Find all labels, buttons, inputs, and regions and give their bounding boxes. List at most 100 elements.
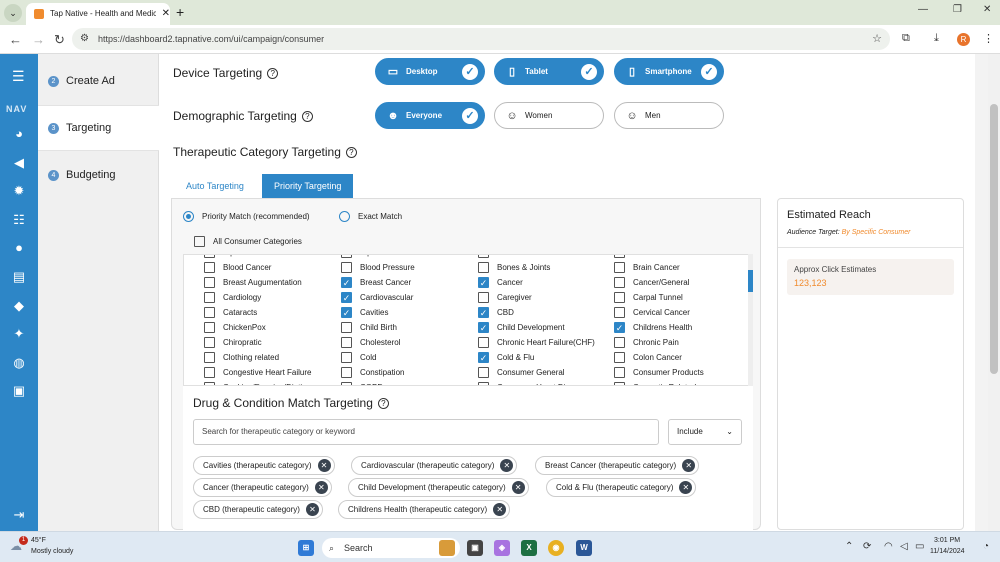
- remove-chip-icon[interactable]: ✕: [317, 459, 331, 472]
- browser-tab[interactable]: Tap Native - Health and Medic ✕: [26, 3, 170, 25]
- site-info-icon[interactable]: ⚙: [80, 28, 89, 50]
- megaphone-icon[interactable]: ◀: [10, 155, 28, 171]
- category-checkbox-item[interactable]: Brain Cancer: [614, 262, 680, 273]
- demo-everyone-toggle[interactable]: ☻ Everyone ✓: [375, 102, 485, 129]
- category-checkbox-item[interactable]: Blood: [614, 255, 653, 258]
- menu-icon[interactable]: ⋮: [983, 32, 994, 45]
- windows-start-icon[interactable]: ⊞: [298, 540, 314, 556]
- tab-priority-targeting[interactable]: Priority Targeting: [262, 174, 354, 199]
- category-checkbox-item[interactable]: Bipolar: [204, 255, 248, 258]
- battery-icon[interactable]: ▭: [915, 541, 924, 552]
- forward-icon[interactable]: →: [32, 32, 45, 47]
- scroll-thumb[interactable]: [748, 270, 753, 292]
- terminal-icon[interactable]: ▣: [10, 383, 28, 399]
- profile-avatar[interactable]: R: [957, 33, 970, 46]
- piggy-bank-icon[interactable]: ●: [10, 240, 28, 255]
- taskbar-search[interactable]: ⌕ Search: [322, 538, 460, 558]
- list-icon[interactable]: ☷: [10, 212, 28, 228]
- category-checkbox-item[interactable]: ✓ Cavities: [341, 307, 388, 318]
- settings-icon[interactable]: ✹: [10, 183, 28, 199]
- step-targeting[interactable]: 3 Targeting: [38, 105, 159, 151]
- category-checkbox-item[interactable]: ✓ Breast Cancer: [341, 277, 411, 288]
- url-field[interactable]: ⚙ https://dashboard2.tapnative.com/ui/ca…: [72, 28, 890, 50]
- category-checkbox-item[interactable]: Chiropratic: [204, 337, 262, 348]
- remove-chip-icon[interactable]: ✕: [679, 481, 693, 494]
- new-tab-button[interactable]: +: [176, 4, 184, 20]
- step-create-ad[interactable]: 2 Create Ad: [38, 58, 159, 104]
- category-checkbox-item[interactable]: Bones & Joints: [478, 262, 550, 273]
- category-grid-scrollbar[interactable]: [748, 254, 753, 386]
- download-icon[interactable]: ⤓: [934, 32, 939, 45]
- demo-women-toggle[interactable]: ☺ Women: [494, 102, 604, 129]
- category-checkbox-item[interactable]: Cervical Cancer: [614, 307, 690, 318]
- remove-chip-icon[interactable]: ✕: [500, 459, 514, 472]
- category-checkbox-item[interactable]: ✓ Cancer: [478, 277, 523, 288]
- tab-search-icon[interactable]: ⌄: [4, 4, 22, 22]
- category-checkbox-item[interactable]: Cardiology: [204, 292, 261, 303]
- category-checkbox-item[interactable]: ✓ CBD: [478, 307, 514, 318]
- category-checkbox-item[interactable]: Cholesterol: [341, 337, 400, 348]
- device-desktop-toggle[interactable]: ▭ Desktop ✓: [375, 58, 485, 85]
- device-tablet-toggle[interactable]: ▯ Tablet ✓: [494, 58, 604, 85]
- device-smartphone-toggle[interactable]: ▯ Smartphone ✓: [614, 58, 724, 85]
- reload-icon[interactable]: ↻: [54, 32, 65, 48]
- dashboard-icon[interactable]: ◕: [10, 126, 28, 141]
- help-icon[interactable]: ?: [301, 111, 313, 122]
- category-checkbox-item[interactable]: Blood Cancer: [204, 262, 271, 273]
- category-checkbox-item[interactable]: Consumer General: [478, 367, 565, 378]
- category-checkbox-item[interactable]: Blood Pressure: [341, 262, 415, 273]
- category-checkbox-item[interactable]: Breast Augumentation: [204, 277, 302, 288]
- help-icon[interactable]: ?: [377, 398, 389, 409]
- category-checkbox-item[interactable]: Chronic Heart Failure(CHF): [478, 337, 595, 348]
- category-checkbox-item[interactable]: ✓ Child Development: [478, 322, 565, 333]
- remove-chip-icon[interactable]: ✕: [493, 503, 507, 516]
- excel-icon[interactable]: X: [521, 540, 537, 556]
- category-checkbox-item[interactable]: Chronic Pain: [614, 337, 679, 348]
- notification-bell-icon[interactable]: ◔: [983, 541, 989, 552]
- back-icon[interactable]: ←: [9, 32, 22, 47]
- minimize-icon[interactable]: —: [918, 4, 928, 15]
- tag-icon[interactable]: ◆: [10, 298, 28, 314]
- wifi-icon[interactable]: ◠: [884, 541, 893, 552]
- remove-chip-icon[interactable]: ✕: [314, 481, 328, 494]
- remove-chip-icon[interactable]: ✕: [682, 459, 696, 472]
- category-checkbox-item[interactable]: Cold: [341, 352, 376, 363]
- word-icon[interactable]: W: [576, 540, 592, 556]
- therapeutic-search-input[interactable]: Search for therapeutic category or keywo…: [193, 419, 659, 445]
- include-select[interactable]: Include ⌄: [668, 419, 742, 445]
- exact-match-radio[interactable]: Exact Match: [339, 211, 402, 222]
- page-scrollbar[interactable]: [988, 54, 1000, 531]
- chrome-icon[interactable]: ◉: [548, 540, 564, 556]
- remove-chip-icon[interactable]: ✕: [305, 503, 319, 516]
- restore-icon[interactable]: ❐: [953, 4, 962, 15]
- category-checkbox-item[interactable]: Congestive Heart Failure: [204, 367, 311, 378]
- all-consumer-categories-checkbox[interactable]: All Consumer Categories: [194, 236, 302, 247]
- tray-chevron-icon[interactable]: ⌃: [845, 541, 853, 552]
- category-checkbox-item[interactable]: Constipation: [341, 367, 404, 378]
- tab-auto-targeting[interactable]: Auto Targeting: [174, 174, 256, 199]
- remove-chip-icon[interactable]: ✕: [511, 481, 525, 494]
- sync-icon[interactable]: ⟳: [863, 541, 871, 552]
- help-icon[interactable]: ?: [267, 68, 279, 79]
- task-view-icon[interactable]: ▣: [467, 540, 483, 556]
- category-checkbox-item[interactable]: Bipolar Disorder: [341, 255, 417, 258]
- category-checkbox-item[interactable]: Child Birth: [341, 322, 397, 333]
- category-checkbox-item[interactable]: Birth Control: [478, 255, 541, 258]
- help-icon[interactable]: ?: [345, 147, 357, 158]
- category-checkbox-item[interactable]: Clothing related: [204, 352, 279, 363]
- close-tab-icon[interactable]: ✕: [162, 3, 170, 25]
- category-checkbox-item[interactable]: Caregiver: [478, 292, 532, 303]
- step-budgeting[interactable]: 4 Budgeting: [38, 152, 159, 198]
- document-icon[interactable]: ▤: [10, 269, 28, 285]
- category-checkbox-item[interactable]: ✓ Childrens Health: [614, 322, 692, 333]
- category-checkbox-item[interactable]: Colon Cancer: [614, 352, 682, 363]
- speaker-icon[interactable]: ◁: [900, 541, 908, 552]
- category-checkbox-item[interactable]: Consumer Products: [614, 367, 704, 378]
- logout-icon[interactable]: ⇥: [10, 507, 28, 523]
- demo-men-toggle[interactable]: ☺ Men: [614, 102, 724, 129]
- notification-settings-icon[interactable]: ✦: [10, 326, 28, 342]
- globe-icon[interactable]: ◍: [10, 355, 28, 371]
- category-checkbox-item[interactable]: ✓ Cardiovascular: [341, 292, 413, 303]
- category-checkbox-item[interactable]: Cancer/General: [614, 277, 689, 288]
- category-checkbox-item[interactable]: Cataracts: [204, 307, 257, 318]
